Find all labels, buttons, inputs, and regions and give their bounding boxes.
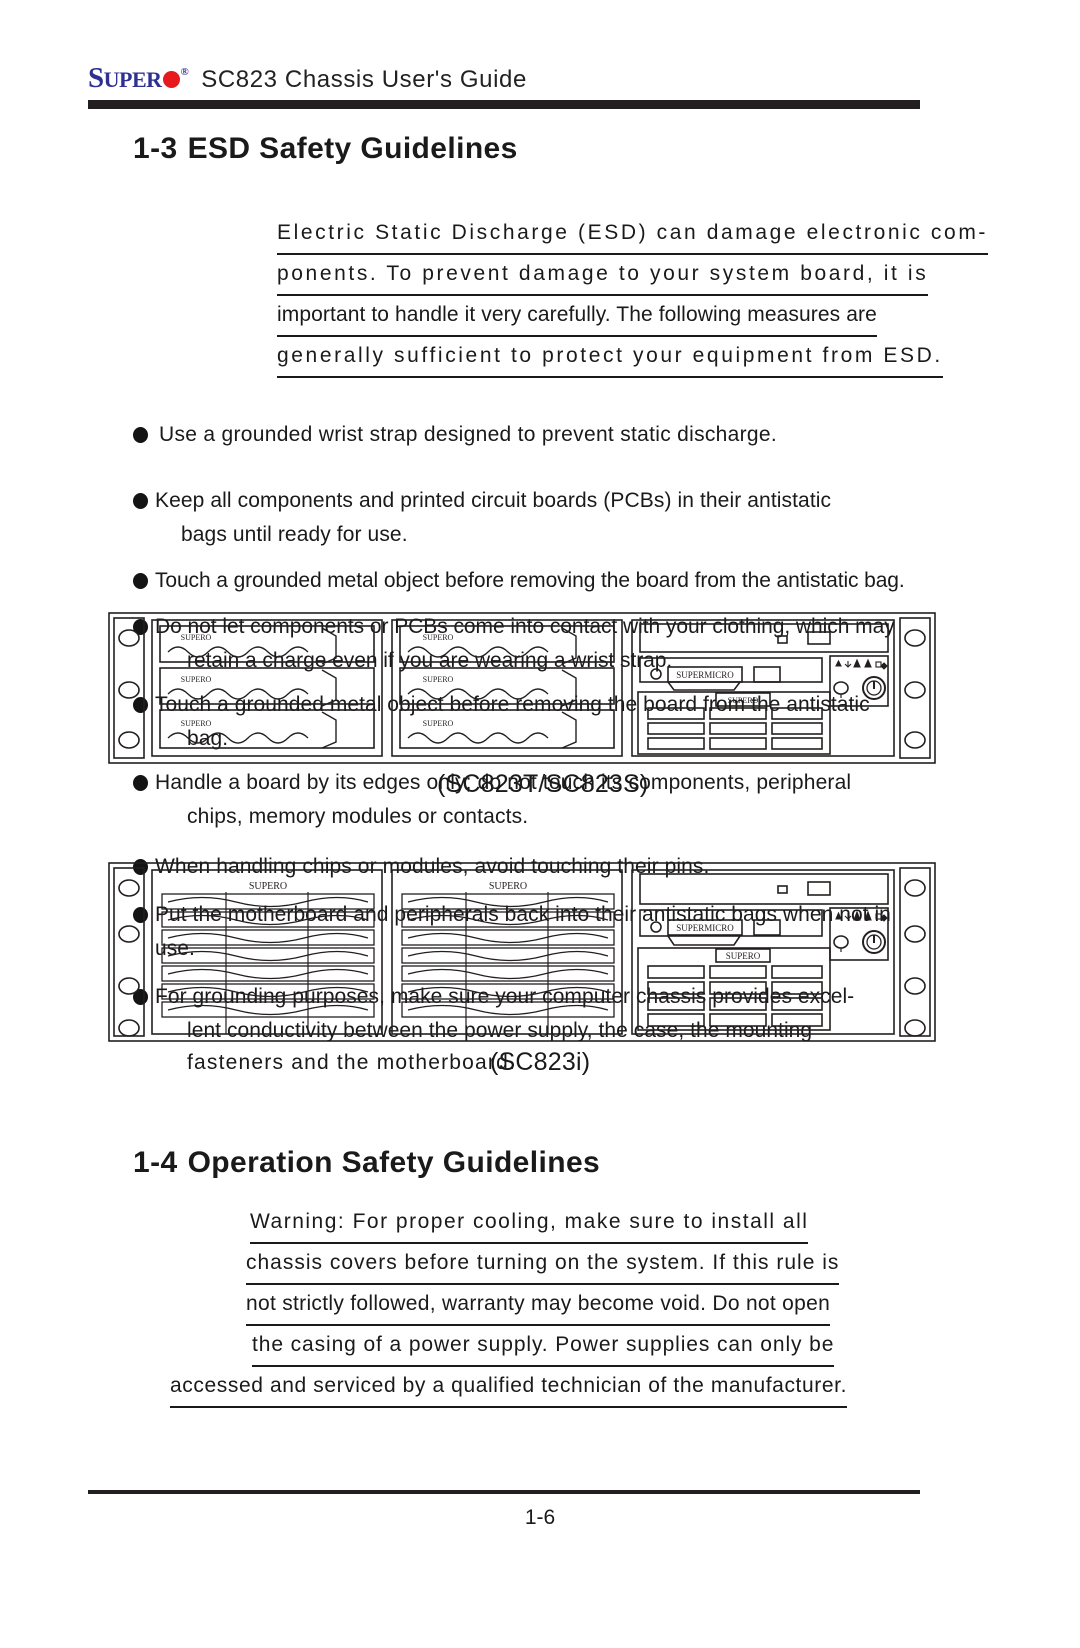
header-divider xyxy=(88,100,920,109)
warning-line-5: accessed and serviced by a qualified tec… xyxy=(170,1367,848,1408)
list-item-line-1: Use a grounded wrist strap designed to p… xyxy=(159,423,778,446)
list-item-line-1: Touch a grounded metal object before rem… xyxy=(155,569,905,592)
bay-brand-label: SUPERO xyxy=(423,719,454,728)
esd-intro-block: Electric Static Discharge (ESD) can dama… xyxy=(277,214,989,378)
warning-line-2: chassis covers before turning on the sys… xyxy=(246,1244,840,1285)
list-item-line-1: Keep all components and printed circuit … xyxy=(155,489,832,512)
figure-caption-1: (SC823T/SC823S) xyxy=(437,770,649,798)
bay-brand-label: SUPERO xyxy=(423,633,454,642)
section-number-operation: 1-4 xyxy=(133,1146,178,1179)
logo-letters-uper: UPER xyxy=(103,67,162,92)
bay-brand-label: SUPERO xyxy=(249,881,287,892)
esd-intro-line-2: ponents. To prevent damage to your syste… xyxy=(277,255,929,296)
bay-brand-label: SUPERO xyxy=(181,633,212,642)
bay-brand-label: SUPERO xyxy=(181,719,212,728)
list-item-line-2: bags until ready for use. xyxy=(181,523,408,546)
bay-brand-label: SUPERO xyxy=(489,881,527,892)
page-header: S UPER ® SC823 Chassis User's Guide xyxy=(88,62,918,102)
document-page: S UPER ® SC823 Chassis User's Guide 1-3 ESD… xyxy=(0,0,1080,1648)
logo-letter-s: S xyxy=(88,62,104,94)
list-item: Use a grounded wrist strap designed to p… xyxy=(133,418,777,452)
warning-line-3: not strictly followed, warranty may beco… xyxy=(246,1285,831,1326)
section-heading-esd: 1-3 ESD Safety Guidelines xyxy=(133,132,518,166)
warning-line-4: the casing of a power supply. Power supp… xyxy=(252,1326,835,1367)
operation-warning-block: Warning: For proper cooling, make sure t… xyxy=(170,1203,848,1408)
footer-divider xyxy=(88,1490,920,1494)
list-item: Keep all components and printed circuit … xyxy=(133,484,831,552)
logo-red-dot-icon xyxy=(162,71,180,88)
registered-trademark-icon: ® xyxy=(180,66,189,78)
chassis-figure-sc823t-sc823s: SUPERO SUPERO SUPERO SUPERO SUPERO SUPER… xyxy=(108,612,936,764)
section-title-operation: Operation Safety Guidelines xyxy=(187,1146,601,1179)
motherboard-brand: SUPERO xyxy=(728,696,759,705)
bullet-dot-icon xyxy=(133,427,148,443)
esd-intro-line-4: generally sufficient to protect your equ… xyxy=(277,337,943,378)
control-panel-brand: SUPERMICRO xyxy=(676,923,734,933)
chassis-figure-sc823i: SUPERO SUPERO SUPERMICRO SUPERO xyxy=(108,862,936,1042)
section-number-esd: 1-3 xyxy=(133,132,178,165)
supermicro-logo: S UPER ® xyxy=(88,62,189,95)
header-title: SC823 Chassis User's Guide xyxy=(201,66,527,93)
bay-brand-label: SUPERO xyxy=(181,675,212,684)
list-item-line-1: fasteners and the motherboard. xyxy=(187,1051,517,1074)
list-item: fasteners and the motherboard. xyxy=(133,1046,516,1080)
section-heading-operation: 1-4 Operation Safety Guidelines xyxy=(133,1146,600,1180)
bullet-dot-icon xyxy=(133,775,148,791)
bullet-dot-icon xyxy=(133,573,148,589)
bay-brand-label: SUPERO xyxy=(423,675,454,684)
esd-intro-line-1: Electric Static Discharge (ESD) can dama… xyxy=(277,214,989,255)
chassis-front-drawing: SUPERO SUPERO SUPERMICRO SUPERO xyxy=(108,862,936,1042)
esd-intro-line-3: important to handle it very carefully. T… xyxy=(277,296,877,337)
chassis-front-drawing: SUPERO SUPERO SUPERO SUPERO SUPERO SUPER… xyxy=(108,612,936,764)
page-number: 1-6 xyxy=(524,1506,556,1529)
figure-caption-2: (SC823i) xyxy=(490,1048,591,1076)
section-title-esd: ESD Safety Guidelines xyxy=(187,132,518,165)
control-panel-brand: SUPERMICRO xyxy=(676,670,734,680)
warning-line-1: Warning: For proper cooling, make sure t… xyxy=(250,1203,809,1244)
motherboard-brand: SUPERO xyxy=(726,951,761,961)
bullet-dot-icon xyxy=(133,493,148,509)
list-item-line-2: chips, memory modules or contacts. xyxy=(187,805,529,828)
list-item: Touch a grounded metal object before rem… xyxy=(133,564,905,598)
